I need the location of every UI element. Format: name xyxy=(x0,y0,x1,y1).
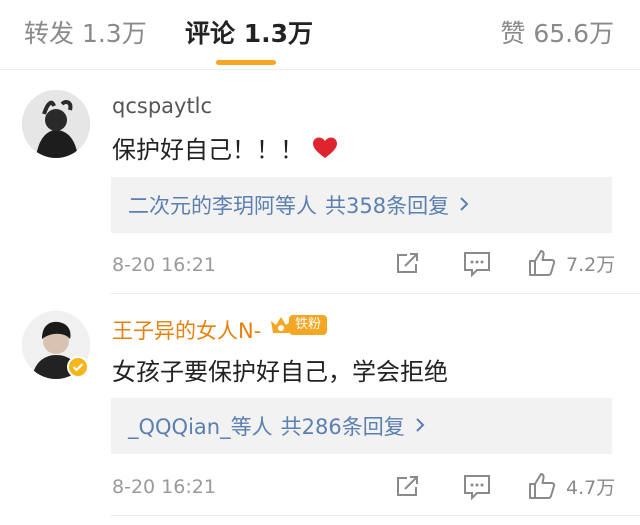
comment-text: 女孩子要保护好自己，学会拒绝 xyxy=(112,358,448,386)
replies-preview[interactable]: _QQQian_等人 共286条回复 xyxy=(111,398,612,454)
chevron-right-icon xyxy=(459,193,469,217)
comment-username[interactable]: 王子异的女人N- xyxy=(112,315,261,345)
comment-text: 保护好自己！！！ xyxy=(112,130,338,166)
comment-icon xyxy=(463,251,491,277)
comment-timestamp: 8-20 16:21 xyxy=(112,476,216,498)
tab-comments[interactable]: 评论 1.3万 xyxy=(185,14,313,50)
chevron-right-icon xyxy=(415,414,425,438)
like-button[interactable]: 4.7万 xyxy=(528,472,615,500)
fan-badge-label: 铁粉 xyxy=(289,315,328,335)
replies-total: 共286条回复 xyxy=(280,415,405,439)
comment-timestamp: 8-20 16:21 xyxy=(112,254,216,276)
tab-likes[interactable]: 赞 65.6万 xyxy=(500,14,614,50)
fan-badge: 铁粉 xyxy=(269,313,328,337)
comment-text-content: 保护好自己！！！ xyxy=(112,136,304,164)
repost-button[interactable] xyxy=(395,250,421,276)
thumbs-up-icon xyxy=(528,249,556,277)
repost-icon xyxy=(395,473,421,499)
comment-button[interactable] xyxy=(463,474,491,500)
replies-users: 二次元的李玥阿等人 xyxy=(128,194,317,218)
red-heart-icon xyxy=(312,136,338,166)
active-tab-indicator xyxy=(216,60,276,65)
replies-total: 共358条回复 xyxy=(325,194,450,218)
repost-button[interactable] xyxy=(395,473,421,499)
comment-divider xyxy=(110,293,640,294)
tab-reposts[interactable]: 转发 1.3万 xyxy=(24,14,147,50)
comment-button[interactable] xyxy=(463,251,491,277)
comment-divider xyxy=(110,515,640,516)
comment-username[interactable]: qcspaytlc xyxy=(112,94,212,118)
comment-tabs: 转发 1.3万 评论 1.3万 赞 65.6万 xyxy=(0,0,640,70)
thumbs-up-icon xyxy=(528,472,556,500)
like-count: 7.2万 xyxy=(566,253,616,276)
replies-users: _QQQian_等人 xyxy=(128,415,273,439)
like-button[interactable]: 7.2万 xyxy=(528,249,615,277)
comment-icon xyxy=(463,474,491,500)
verified-badge-icon xyxy=(67,356,89,378)
avatar[interactable] xyxy=(22,90,90,158)
like-count: 4.7万 xyxy=(566,476,616,499)
repost-icon xyxy=(395,250,421,276)
replies-preview[interactable]: 二次元的李玥阿等人 共358条回复 xyxy=(111,177,612,233)
